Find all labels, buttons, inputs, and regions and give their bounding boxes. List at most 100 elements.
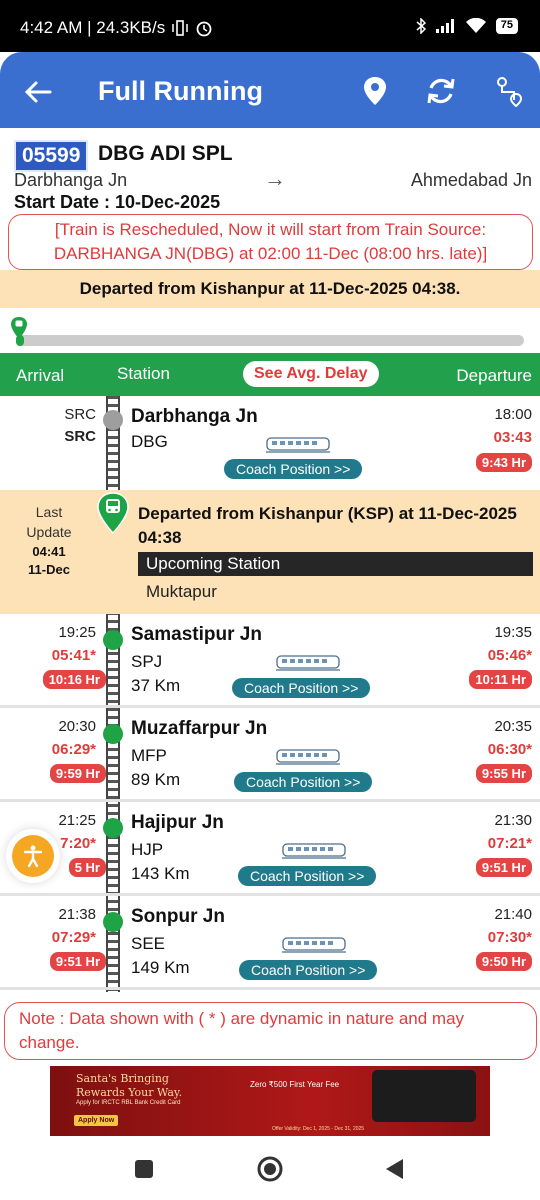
coach-position-button[interactable]: Coach Position >> (238, 866, 377, 886)
table-row: 20:30 06:29* 9:59 Hr Muzaffarpur Jn MFP 89 Km… (0, 708, 540, 802)
last-update-row: Last Update 04:41 11-Dec Departed from K… (0, 490, 540, 614)
map-pin-icon[interactable] (358, 74, 392, 108)
alarm-icon (196, 21, 212, 37)
source-station: Darbhanga Jn (14, 170, 128, 190)
arrival-delay-badge: 10:16 Hr (42, 670, 106, 689)
back-arrow-icon[interactable] (22, 76, 54, 108)
train-name: DBG ADI SPL (98, 142, 233, 165)
train-number: 05599 (14, 140, 89, 172)
station-name: Hajipur Jn (131, 812, 224, 833)
station-name: Sonpur Jn (131, 906, 225, 927)
train-location-pin-icon (11, 317, 27, 339)
station-code: SEE (131, 934, 166, 953)
coach-position-button[interactable]: Coach Position >> (224, 459, 363, 479)
table-row: 21:25 7:20* 5 Hr Hajipur Jn HJP 143 Km Coach P… (0, 802, 540, 896)
departure-delay-badge: 9:51 Hr (475, 858, 532, 877)
ad-apply-button[interactable]: Apply Now (74, 1115, 119, 1126)
station-code: DBG (131, 432, 168, 451)
departure-scheduled: 21:40 (494, 906, 532, 923)
destination-station: Ahmedabad Jn (410, 170, 532, 190)
arrival-scheduled: 19:25 (58, 624, 96, 641)
recent-apps-icon[interactable] (129, 1154, 159, 1184)
ad-line-2: Rewards Your Way. (76, 1086, 183, 1099)
arrival-actual: 05:41* (51, 647, 96, 664)
coach-position-button[interactable]: Coach Position >> (239, 960, 378, 980)
departure-actual: 06:30* (487, 741, 532, 758)
departure-actual: 03:43 (493, 429, 532, 446)
table-row: 21:38 07:29* 9:51 Hr Sonpur Jn SEE 149 Km Coac… (0, 896, 540, 990)
departure-scheduled: 21:30 (494, 812, 532, 829)
refresh-icon[interactable] (424, 74, 458, 108)
arrival-delay-badge: 9:59 Hr (49, 764, 106, 783)
departure-actual: 05:46* (487, 647, 532, 664)
battery-indicator: 75 (495, 18, 518, 34)
station-distance: 89 Km (131, 770, 181, 789)
app-bar: Full Running (0, 52, 540, 128)
station-dot (103, 912, 123, 932)
status-time: 4:42 AM | 24.3KB/s (20, 18, 213, 38)
home-icon[interactable] (255, 1154, 285, 1184)
station-list[interactable]: SRC SRC Darbhanga Jn DBG Coach Position … (0, 396, 540, 996)
train-coach-icon (276, 655, 340, 671)
last-update-message: Departed from Kishanpur (KSP) at 11-Dec-… (138, 504, 517, 547)
status-icons: 75 (416, 18, 518, 34)
accessibility-icon (23, 845, 43, 868)
wifi-icon (465, 18, 486, 33)
system-nav-bar (0, 1140, 540, 1200)
arrival-actual: 7:20* (60, 835, 96, 852)
arrival-src-label-2: SRC (64, 428, 96, 445)
status-time-text: 4:42 AM | 24.3KB/s (20, 18, 166, 37)
departure-delay-badge: 9:43 Hr (475, 453, 532, 472)
ad-validity: Offer Validity: Dec 1, 2025 - Dec 31, 20… (272, 1126, 365, 1132)
departed-banner: Departed from Kishanpur at 11-Dec-2025 0… (0, 270, 540, 308)
train-coach-icon (276, 749, 340, 765)
departure-scheduled: 19:35 (494, 624, 532, 641)
reschedule-notice: [Train is Rescheduled, Now it will start… (8, 214, 533, 270)
ad-banner[interactable]: Santa's Bringing Rewards Your Way. Apply… (50, 1066, 490, 1136)
see-avg-delay-button[interactable]: See Avg. Delay (243, 361, 379, 387)
departure-delay-badge: 9:55 Hr (475, 764, 532, 783)
train-coach-icon (282, 843, 346, 859)
progress-track (16, 335, 524, 346)
back-nav-icon[interactable] (380, 1154, 410, 1184)
accessibility-button[interactable] (12, 835, 54, 877)
station-code: SPJ (131, 652, 163, 671)
train-coach-icon (266, 437, 330, 453)
station-dot (103, 630, 123, 650)
header-arrival: Arrival (16, 366, 65, 385)
arrival-actual: 07:29* (51, 929, 96, 946)
station-dot (103, 724, 123, 744)
status-bar: 4:42 AM | 24.3KB/s 75 (0, 0, 540, 52)
arrival-scheduled: 21:38 (58, 906, 96, 923)
departure-delay-badge: 9:50 Hr (475, 952, 532, 971)
train-pin-icon (97, 492, 129, 534)
bluetooth-icon (416, 18, 426, 34)
arrival-src-label: SRC (64, 406, 96, 423)
ad-small-text: Apply for IRCTC RBL Bank Credit Card (76, 1100, 181, 1106)
arrival-scheduled: 21:25 (58, 812, 96, 829)
coach-position-button[interactable]: Coach Position >> (234, 772, 373, 792)
header-station: Station (117, 364, 170, 383)
station-name: Muzaffarpur Jn (131, 718, 268, 739)
station-code: MFP (131, 746, 167, 765)
signal-icon (435, 19, 454, 33)
route-arrow-icon: → (264, 166, 286, 191)
arrival-scheduled: 20:30 (58, 718, 96, 735)
station-dot (103, 410, 123, 430)
station-distance: 149 Km (131, 958, 190, 977)
table-row: SRC SRC Darbhanga Jn DBG Coach Position … (0, 396, 540, 490)
upcoming-station-name: Muktapur (146, 582, 217, 601)
coach-position-button[interactable]: Coach Position >> (232, 678, 371, 698)
upcoming-station-label: Upcoming Station (138, 552, 533, 576)
vibrate-icon (172, 20, 188, 36)
departure-actual: 07:30* (487, 929, 532, 946)
route-icon[interactable] (492, 74, 526, 108)
last-update-label: Last Update (26, 504, 72, 540)
ad-line-1: Santa's Bringing (76, 1072, 169, 1085)
station-name: Samastipur Jn (131, 624, 262, 645)
progress-area (0, 308, 540, 352)
arrival-delay-badge: 5 Hr (68, 858, 106, 877)
start-date: Start Date : 10-Dec-2025 (14, 192, 221, 212)
credit-card-image (372, 1070, 476, 1122)
station-distance: 143 Km (131, 864, 190, 883)
